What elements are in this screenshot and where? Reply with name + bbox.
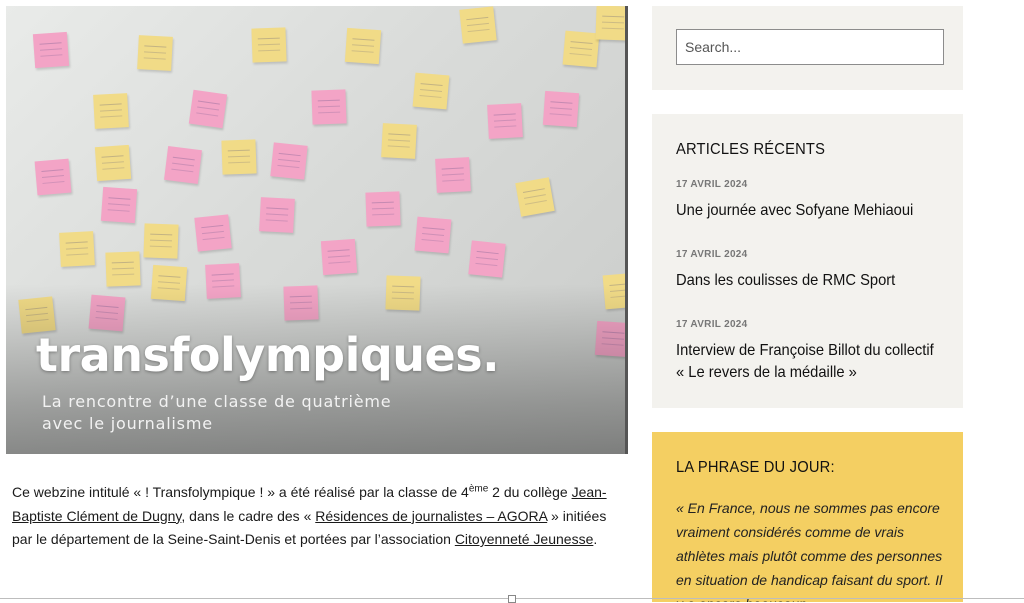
quote-text: « En France, nous ne sommes pas encore v… xyxy=(676,500,943,602)
intro-text: . xyxy=(593,531,598,547)
sticky-note xyxy=(94,144,132,182)
sticky-note xyxy=(221,139,257,175)
sticky-note xyxy=(487,103,523,139)
recent-post: 17 AVRIL 2024 Dans les coulisses de RMC … xyxy=(676,249,946,292)
sticky-note xyxy=(105,251,141,287)
post-date: 17 AVRIL 2024 xyxy=(676,319,748,330)
image-edge xyxy=(625,6,628,454)
hero-subtitle-line: avec le journalisme xyxy=(42,414,213,433)
sticky-note xyxy=(137,35,173,71)
sticky-note xyxy=(270,142,308,180)
widget-title: LA PHRASE DU JOUR: xyxy=(676,459,835,476)
sticky-note xyxy=(468,240,506,278)
intro-text: Ce webzine intitulé « ! Transfolympique … xyxy=(12,484,469,500)
widget-title: ARTICLES RÉCENTS xyxy=(676,141,826,158)
hero-title: transfolympiques. xyxy=(36,328,500,382)
intro-text: , dans le cadre des « xyxy=(181,507,316,524)
post-date: 17 AVRIL 2024 xyxy=(676,179,748,190)
sticky-note xyxy=(259,197,295,233)
hero-image: transfolympiques. La rencontre d’une cla… xyxy=(6,6,628,454)
sticky-note xyxy=(59,231,95,267)
sticky-note xyxy=(100,186,138,224)
sticky-note xyxy=(143,223,179,259)
search-input[interactable] xyxy=(676,29,944,65)
sticky-note xyxy=(32,31,70,69)
sticky-note xyxy=(88,294,126,332)
intro-text: 2 du collège xyxy=(488,484,572,500)
post-date: 17 AVRIL 2024 xyxy=(676,249,748,260)
post-title-link[interactable]: Dans les coulisses de RMC Sport xyxy=(676,270,943,292)
recent-articles-widget: ARTICLES RÉCENTS 17 AVRIL 2024 Une journ… xyxy=(652,114,963,408)
sticky-note xyxy=(320,238,358,276)
search-widget xyxy=(652,6,963,90)
intro-paragraph: Ce webzine intitulé « ! Transfolympique … xyxy=(12,481,622,552)
sticky-note xyxy=(562,30,600,68)
sticky-note xyxy=(365,191,401,227)
sticky-note xyxy=(164,146,202,184)
sticky-note xyxy=(595,6,628,41)
sticky-note xyxy=(251,27,287,63)
sticky-note xyxy=(412,72,450,110)
sticky-note xyxy=(188,89,228,129)
sticky-note xyxy=(344,27,382,65)
quote-widget: LA PHRASE DU JOUR: « En France, nous ne … xyxy=(652,432,963,602)
sticky-note xyxy=(385,275,421,311)
superscript: ème xyxy=(468,483,489,495)
sticky-note xyxy=(459,6,497,44)
sticky-note xyxy=(93,93,129,129)
sticky-note xyxy=(150,264,188,302)
post-title-link[interactable]: Une journée avec Sofyane Mehiaoui xyxy=(676,200,943,222)
post-title-link[interactable]: Interview de Françoise Billot du collect… xyxy=(676,340,943,384)
association-link[interactable]: Citoyenneté Jeunesse xyxy=(455,531,594,547)
residences-link[interactable]: Résidences de journalistes – AGORA xyxy=(315,508,547,524)
sticky-note xyxy=(205,263,241,299)
sticky-note xyxy=(515,177,555,217)
hero-subtitle-line: La rencontre d’une classe de quatrième xyxy=(42,392,392,411)
sticky-note xyxy=(381,123,417,159)
sticky-note xyxy=(194,214,232,252)
sticky-note xyxy=(283,285,319,321)
sticky-note xyxy=(311,89,347,125)
recent-post: 17 AVRIL 2024 Une journée avec Sofyane M… xyxy=(676,179,946,222)
hero-subtitle: La rencontre d’une classe de quatrième a… xyxy=(42,391,462,435)
sticky-note xyxy=(414,216,452,254)
sticky-note xyxy=(594,320,628,358)
recent-post: 17 AVRIL 2024 Interview de Françoise Bil… xyxy=(676,319,946,384)
sticky-note xyxy=(435,157,471,193)
sticky-note xyxy=(542,90,580,128)
sticky-note xyxy=(34,158,72,196)
